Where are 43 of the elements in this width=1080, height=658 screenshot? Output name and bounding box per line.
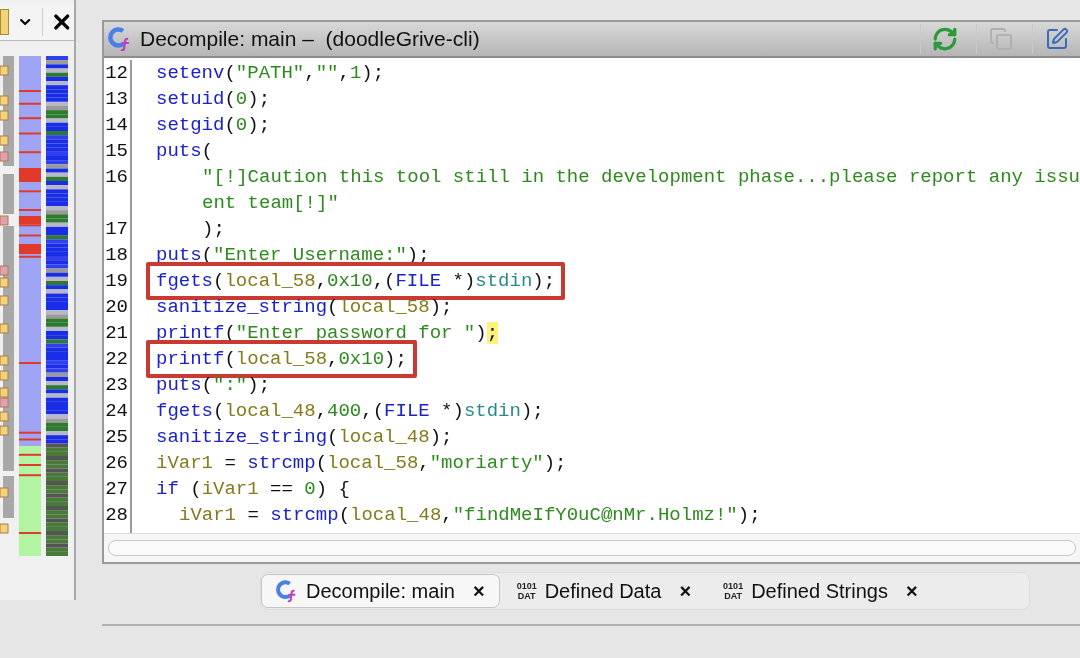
line-number: 26 bbox=[105, 451, 128, 474]
tab-close-button[interactable]: × bbox=[679, 579, 692, 603]
line-number: 23 bbox=[105, 373, 128, 396]
code-line: setenv("PATH","",1); bbox=[156, 60, 385, 85]
horizontal-scrollbar[interactable] bbox=[108, 540, 1076, 556]
refresh-icon bbox=[931, 25, 958, 52]
line-number: 12 bbox=[105, 61, 128, 84]
logo-icon bbox=[276, 580, 298, 602]
line-number: 14 bbox=[105, 113, 128, 136]
line-number: 15 bbox=[105, 139, 128, 162]
code-line: puts( bbox=[156, 138, 213, 163]
line-number: 28 bbox=[105, 503, 128, 526]
line-number: 24 bbox=[105, 399, 128, 422]
line-number: 18 bbox=[105, 243, 128, 266]
line-number: 25 bbox=[105, 425, 128, 448]
code-line: "[!]Caution this tool still in the development phase...please report any issu bbox=[202, 164, 1080, 189]
tab[interactable]: Decompile: main × bbox=[261, 574, 500, 608]
code-line: iVar1 = strcmp(local_48,"findMeIfY0uC@nMr.Holmz!"); bbox=[179, 502, 761, 527]
code-line: setgid(0); bbox=[156, 112, 271, 137]
data-type-icon: 0101 DAT bbox=[516, 581, 537, 601]
tab-close-button[interactable]: × bbox=[905, 579, 918, 603]
line-number: 17 bbox=[105, 217, 128, 240]
line-number: 21 bbox=[105, 321, 128, 344]
code-line: ); bbox=[202, 216, 225, 241]
line-number: 16 bbox=[105, 165, 128, 188]
line-number: 20 bbox=[105, 295, 128, 318]
window-title: Decompile: main – (doodleGrive-cli) bbox=[140, 26, 481, 51]
copy-icon bbox=[988, 26, 1013, 51]
line-number: 27 bbox=[105, 477, 128, 500]
tab-close-button[interactable]: × bbox=[472, 579, 485, 603]
toolbar-icon[interactable] bbox=[0, 9, 10, 35]
code-line: if (iVar1 == 0) { bbox=[156, 476, 350, 501]
code-line: iVar1 = strcmp(local_58,"moriarty"); bbox=[156, 450, 567, 475]
logo-icon bbox=[108, 26, 132, 51]
edit-icon bbox=[1044, 26, 1069, 51]
line-number: 22 bbox=[105, 347, 128, 370]
line-number: 13 bbox=[105, 87, 128, 110]
data-type-icon: 0101 DAT bbox=[723, 581, 744, 601]
code-line: ent team[!]" bbox=[202, 190, 339, 215]
code-line: fgets(local_48,400,(FILE *)stdin); bbox=[156, 398, 544, 423]
code-line: sanitize_string(local_48); bbox=[156, 424, 453, 449]
code-line: setuid(0); bbox=[156, 86, 271, 111]
line-number: 19 bbox=[105, 269, 128, 292]
